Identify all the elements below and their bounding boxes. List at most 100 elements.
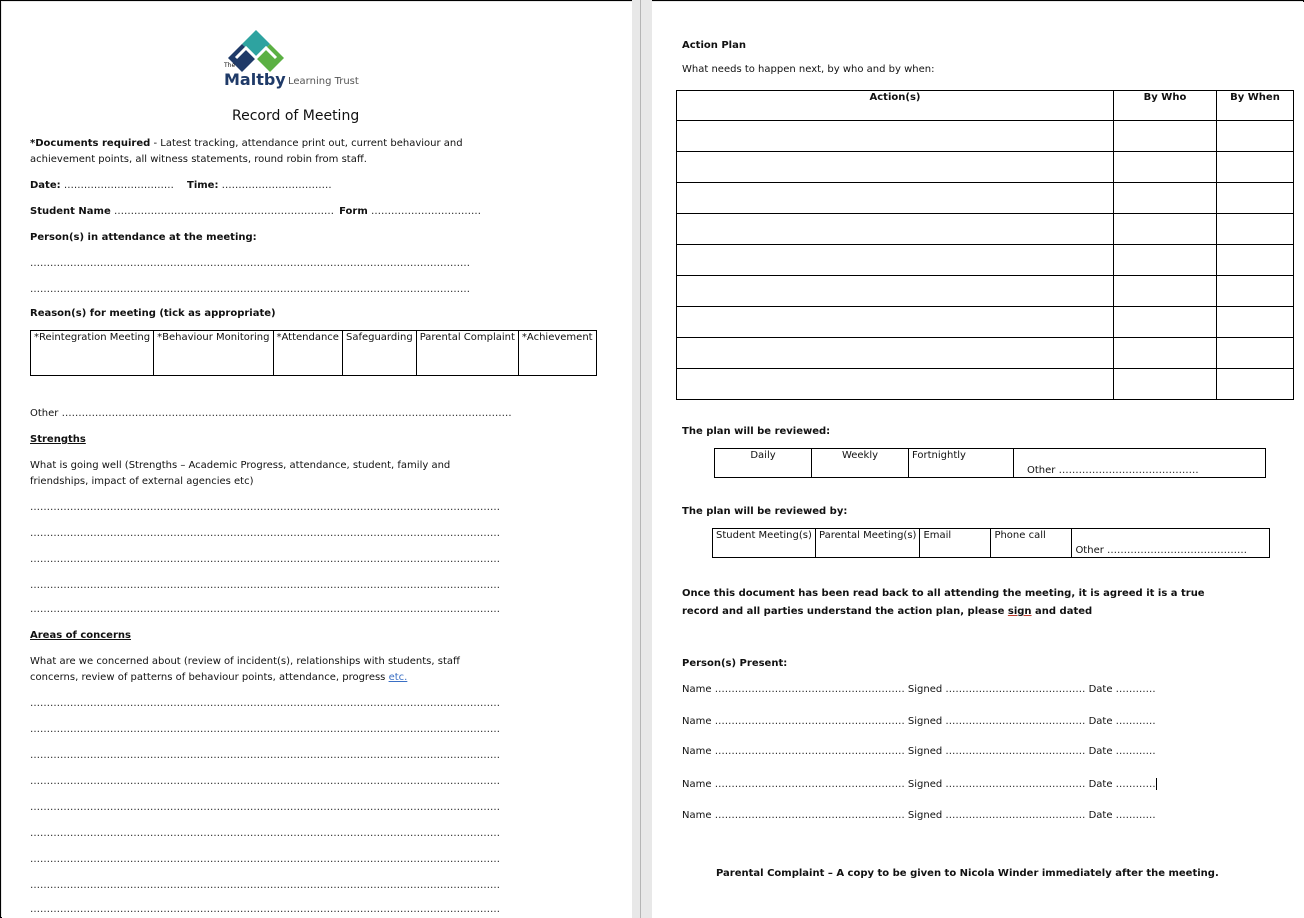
action-row (676, 368, 1294, 400)
col-by-when: By When (1216, 90, 1294, 121)
when-cell[interactable] (1216, 244, 1294, 276)
agreement-tail: and dated (1031, 606, 1093, 617)
documents-required-line2: achievement points, all witness statemen… (30, 154, 367, 165)
reviewed-by-email[interactable]: Email (919, 528, 992, 558)
who-cell[interactable] (1113, 306, 1217, 338)
reviewed-by-phone[interactable]: Phone call (990, 528, 1073, 558)
signed-label: Signed (907, 684, 943, 695)
when-cell[interactable] (1216, 368, 1294, 400)
reviewed-by-other-field[interactable]: …………………………………… (1107, 545, 1247, 556)
concerns-line-3[interactable]: …………………………………………………………………………………………………………… (30, 750, 500, 761)
page-left: The Maltby Learning Trust Record of Meet… (2, 2, 632, 918)
name-field[interactable]: ………………………………………………… (715, 716, 905, 727)
concerns-line-5[interactable]: …………………………………………………………………………………………………………… (30, 802, 500, 813)
attendance-line-2[interactable]: …………………………………………………………………………………………………………… (30, 284, 470, 295)
when-cell[interactable] (1216, 182, 1294, 214)
date-field[interactable]: ………… (1116, 746, 1156, 757)
action-cell[interactable] (676, 306, 1114, 338)
action-cell[interactable] (676, 213, 1114, 245)
reason-parental-complaint[interactable]: Parental Complaint (415, 330, 519, 376)
strengths-line-4[interactable]: …………………………………………………………………………………………………………… (30, 580, 500, 591)
strengths-line-1[interactable]: …………………………………………………………………………………………………………… (30, 502, 500, 513)
who-cell[interactable] (1113, 368, 1217, 400)
signature-row-5: Name ………………………………………………… Signed ……………………… (682, 810, 1156, 821)
action-cell[interactable] (676, 151, 1114, 183)
reason-safeguarding[interactable]: Safeguarding (341, 330, 417, 376)
strengths-question-2: friendships, impact of external agencies… (30, 476, 254, 487)
who-cell[interactable] (1113, 120, 1217, 152)
who-cell[interactable] (1113, 244, 1217, 276)
other-field[interactable]: …………………………………………………………………………………………………………… (62, 408, 512, 419)
concerns-line-1[interactable]: …………………………………………………………………………………………………………… (30, 698, 500, 709)
name-field[interactable]: ………………………………………………… (715, 779, 905, 790)
action-row (676, 151, 1294, 183)
concerns-line-8[interactable]: …………………………………………………………………………………………………………… (30, 880, 500, 891)
concerns-line-2[interactable]: …………………………………………………………………………………………………………… (30, 724, 500, 735)
name-label: Name (682, 684, 712, 695)
reviewed-by-student[interactable]: Student Meeting(s) (712, 528, 816, 558)
signed-field[interactable]: …………………………………… (945, 746, 1085, 757)
strengths-line-3[interactable]: …………………………………………………………………………………………………………… (30, 554, 500, 565)
reason-reintegration[interactable]: *Reintegration Meeting (29, 330, 155, 376)
date-field[interactable]: ………… (1116, 779, 1156, 790)
signed-field[interactable]: …………………………………… (945, 716, 1085, 727)
date-field[interactable]: ………… (1116, 810, 1156, 821)
signed-field[interactable]: …………………………………… (945, 810, 1085, 821)
reason-attendance[interactable]: *Attendance (272, 330, 343, 376)
time-field[interactable]: …………………………… (222, 180, 332, 191)
when-cell[interactable] (1216, 306, 1294, 338)
signature-row-3: Name ………………………………………………… Signed ……………………… (682, 746, 1156, 757)
concerns-line-6[interactable]: …………………………………………………………………………………………………………… (30, 828, 500, 839)
strengths-heading: Strengths (30, 434, 86, 445)
student-name-field[interactable]: ………………………………………………………… (114, 206, 334, 217)
action-cell[interactable] (676, 337, 1114, 369)
date-field[interactable]: ………… (1116, 684, 1156, 695)
col-by-who: By Who (1113, 90, 1217, 121)
when-cell[interactable] (1216, 337, 1294, 369)
concerns-line-9[interactable]: …………………………………………………………………………………………………………… (30, 904, 500, 915)
reviewed-by-other-label: Other (1075, 545, 1104, 556)
review-daily[interactable]: Daily (714, 448, 812, 478)
who-cell[interactable] (1113, 151, 1217, 183)
date-field[interactable]: …………………………… (64, 180, 174, 191)
signed-field[interactable]: …………………………………… (945, 684, 1085, 695)
action-row (676, 244, 1294, 276)
documents-required-label: *Documents required (30, 138, 151, 149)
date-field[interactable]: ………… (1116, 716, 1156, 727)
form-field[interactable]: …………………………… (371, 206, 481, 217)
review-other[interactable]: Other …………………………………… (1013, 448, 1266, 478)
action-cell[interactable] (676, 182, 1114, 214)
when-cell[interactable] (1216, 120, 1294, 152)
strengths-line-2[interactable]: …………………………………………………………………………………………………………… (30, 528, 500, 539)
concerns-line-7[interactable]: …………………………………………………………………………………………………………… (30, 854, 500, 865)
date-label: Date (1088, 716, 1113, 727)
strengths-line-5[interactable]: …………………………………………………………………………………………………………… (30, 604, 500, 615)
reviewed-by-other[interactable]: Other …………………………………… (1071, 528, 1270, 558)
who-cell[interactable] (1113, 213, 1217, 245)
who-cell[interactable] (1113, 275, 1217, 307)
action-cell[interactable] (676, 368, 1114, 400)
reviewed-by-parental[interactable]: Parental Meeting(s) (814, 528, 921, 558)
signed-field[interactable]: …………………………………… (945, 779, 1085, 790)
when-cell[interactable] (1216, 213, 1294, 245)
action-cell[interactable] (676, 120, 1114, 152)
review-frequency-table: Daily Weekly Fortnightly Other ………………………… (714, 448, 1266, 478)
name-field[interactable]: ………………………………………………… (715, 746, 905, 757)
who-cell[interactable] (1113, 182, 1217, 214)
concerns-line-4[interactable]: …………………………………………………………………………………………………………… (30, 776, 500, 787)
reason-achievement[interactable]: *Achievement (517, 330, 597, 376)
who-cell[interactable] (1113, 337, 1217, 369)
review-other-field[interactable]: …………………………………… (1059, 465, 1199, 476)
review-fortnightly[interactable]: Fortnightly (908, 448, 1014, 478)
when-cell[interactable] (1216, 151, 1294, 183)
when-cell[interactable] (1216, 275, 1294, 307)
reason-behaviour[interactable]: *Behaviour Monitoring (153, 330, 274, 376)
name-field[interactable]: ………………………………………………… (715, 684, 905, 695)
action-plan-subheading: What needs to happen next, by who and by… (682, 64, 935, 75)
review-weekly[interactable]: Weekly (811, 448, 909, 478)
name-field[interactable]: ………………………………………………… (715, 810, 905, 821)
attendance-line-1[interactable]: …………………………………………………………………………………………………………… (30, 258, 470, 269)
action-cell[interactable] (676, 275, 1114, 307)
action-cell[interactable] (676, 244, 1114, 276)
agreement-sign: sign (1007, 606, 1032, 617)
